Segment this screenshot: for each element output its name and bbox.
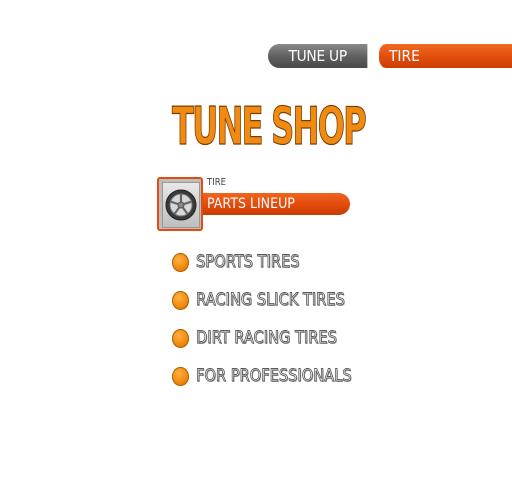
tab-tune-up[interactable]: TUNE UP [268,44,368,68]
menu-item-racing-slick-tires[interactable]: RACING SLICK TIRES [172,288,412,313]
tune-shop-screen: TUNE UP TIRE TUNE SHOP TIRE PARTS LINEUP… [0,0,512,504]
page-title: TUNE SHOP [172,96,368,157]
orange-dot-icon [172,329,189,348]
orange-dot-icon [172,291,189,310]
wheel-graphic [165,189,197,221]
tab-tire-label: TIRE [389,47,420,65]
tire-wheel-icon [157,177,203,231]
menu-item-label: RACING SLICK TIRES [196,290,346,311]
tire-icon-frame [162,182,200,228]
section-category-label: TIRE [207,177,226,188]
section-header-bar: PARTS LINEUP [203,193,350,215]
section-title: PARTS LINEUP [207,196,295,212]
menu-item-label: SPORTS TIRES [196,252,300,273]
menu-item-sports-tires[interactable]: SPORTS TIRES [172,250,412,275]
parts-menu: SPORTS TIRES RACING SLICK TIRES DIRT RAC… [172,250,412,402]
orange-dot-icon [172,253,189,272]
menu-item-for-professionals[interactable]: FOR PROFESSIONALS [172,364,412,389]
orange-dot-icon [172,367,189,386]
tab-tire[interactable]: TIRE [376,44,512,68]
menu-item-label: FOR PROFESSIONALS [196,366,352,387]
menu-item-dirt-racing-tires[interactable]: DIRT RACING TIRES [172,326,412,351]
menu-item-label: DIRT RACING TIRES [196,328,338,349]
breadcrumb: TUNE UP TIRE [268,44,512,68]
